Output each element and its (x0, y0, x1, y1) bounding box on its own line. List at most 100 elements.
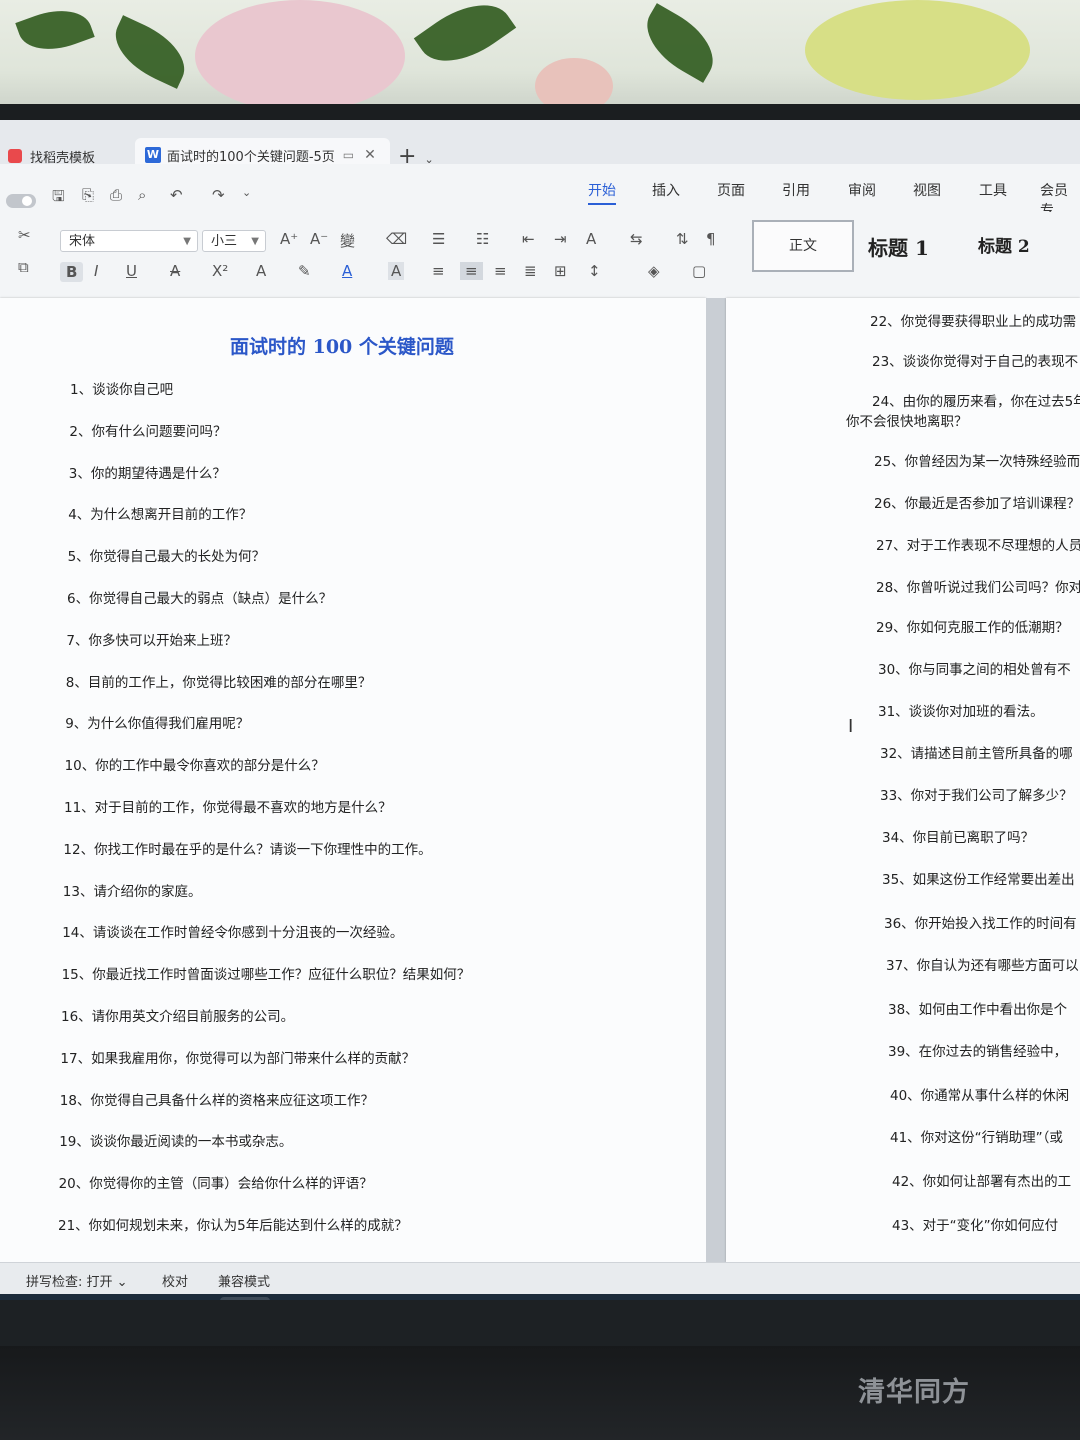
char-shading-icon[interactable]: A (388, 262, 405, 280)
question-item: 39、在你过去的销售经验中， (888, 1044, 1068, 1060)
menu-page[interactable]: 页面 (717, 180, 745, 200)
chinese-layout-icon[interactable]: ⇆ (630, 230, 643, 248)
word-doc-icon: W (145, 147, 161, 163)
spell-check-status[interactable]: 拼写检查: 打开 ⌄ (26, 1271, 128, 1290)
show-marks-icon[interactable]: ¶ (706, 230, 716, 248)
question-item: 37、你自认为还有哪些方面可以 (886, 958, 1079, 974)
menu-home[interactable]: 开始 (588, 180, 616, 205)
question-item: 22、你觉得要获得职业上的成功需 (870, 314, 1077, 330)
question-item: 26、你最近是否参加了培训课程？ (874, 496, 1080, 512)
print-icon[interactable]: ⎙ (110, 186, 122, 204)
screen: 找稻壳模板 W 面试时的100个关键问题-5页 ▭ ✕ + ⌄ 🖫 ⎘ ⎙ ⌕ ↶… (0, 120, 1080, 1300)
text-direction-icon[interactable]: A (586, 230, 596, 248)
menu-view[interactable]: 视图 (913, 180, 941, 200)
question-item: 35、如果这份工作经常要出差出 (882, 872, 1075, 888)
question-item: 24、由你的履历来看，你在过去5年 (872, 394, 1080, 410)
italic-button[interactable]: I (94, 262, 98, 280)
question-item: 42、你如何让部署有杰出的工 (892, 1174, 1072, 1190)
close-tab-icon[interactable]: ✕ (364, 147, 376, 163)
justify-icon[interactable]: ≣ (524, 262, 537, 280)
underline-button[interactable]: U (126, 262, 137, 280)
tab-document-label: 面试时的100个关键问题-5页 (167, 149, 335, 165)
align-right-icon[interactable]: ≡ (494, 262, 507, 280)
tab-template-label: 找稻壳模板 (30, 150, 96, 166)
wps-taskbar-button[interactable]: W (220, 1297, 270, 1300)
cut-icon[interactable]: ✂ (18, 226, 31, 244)
menu-insert[interactable]: 插入 (652, 180, 680, 200)
bold-button[interactable]: B (60, 262, 84, 282)
style-normal-label: 正文 (789, 238, 817, 254)
line-spacing-icon[interactable]: ↕ (588, 262, 601, 280)
question-item: 40、你通常从事什么样的休闲 (890, 1088, 1070, 1104)
question-item: 19、谈谈你最近阅读的一本书或杂志。 (59, 1134, 293, 1151)
style-normal[interactable]: 正文 (752, 220, 854, 272)
text-cursor-icon: I (848, 716, 854, 737)
font-color-icon[interactable]: A (342, 262, 352, 280)
save-icon[interactable]: 🖫 (52, 186, 65, 211)
question-item: 11、对于目前的工作，你觉得最不喜欢的地方是什么？ (64, 800, 392, 816)
phonetic-icon[interactable]: 變 (340, 230, 355, 251)
print-preview-icon[interactable]: ⌕ (138, 186, 146, 204)
bullet-list-icon[interactable]: ☰ (432, 230, 445, 248)
toggle-switch[interactable] (6, 194, 36, 208)
question-item: 27、对于工作表现不尽理想的人员 (876, 538, 1080, 554)
text-effect-icon[interactable]: A (256, 262, 266, 280)
redo-icon[interactable]: ↷ (212, 186, 225, 204)
menu-reference[interactable]: 引用 (782, 180, 810, 200)
window-icon[interactable]: ▭ (343, 148, 354, 162)
font-name-value: 宋体 (69, 234, 96, 249)
question-item: 28、你曾听说过我们公司吗？你对 (876, 580, 1080, 596)
style-heading-2[interactable]: 标题 2 (978, 232, 1030, 257)
question-item: 25、你曾经因为某一次特殊经验而 (874, 454, 1080, 470)
decrease-indent-icon[interactable]: ⇤ (522, 230, 535, 248)
proofread-button[interactable]: 校对 (162, 1271, 188, 1290)
align-center-icon[interactable]: ≡ (460, 262, 483, 280)
question-item: 13、请介绍你的家庭。 (62, 883, 202, 900)
question-item: 7、你多快可以开始来上班？ (66, 632, 237, 649)
menu-tools[interactable]: 工具 (979, 180, 1007, 200)
undo-icon[interactable]: ↶ (170, 186, 183, 204)
question-item: 41、你对这份“行销助理”（或 (890, 1130, 1063, 1146)
tab-bar: 找稻壳模板 W 面试时的100个关键问题-5页 ▭ ✕ + ⌄ (0, 120, 1080, 172)
align-left-icon[interactable]: ≡ (432, 262, 445, 280)
superscript-button[interactable]: X² (212, 262, 228, 280)
compat-mode-label: 兼容模式 (218, 1275, 271, 1290)
question-item: 29、你如何克服工作的低潮期？ (876, 620, 1069, 636)
plush-toy-yellow (805, 0, 1030, 100)
page-right[interactable]: 22、你觉得要获得职业上的成功需 23、谈谈你觉得对于自己的表现不 24、由你的履历… (726, 298, 1080, 1262)
strikethrough-button[interactable]: A (170, 262, 180, 280)
question-item: 1、谈谈你自己吧 (70, 382, 174, 398)
question-item: 3、你的期望待遇是什么？ (68, 465, 226, 482)
question-item: 38、如何由工作中看出你是个 (888, 1002, 1068, 1018)
menu-review[interactable]: 审阅 (848, 180, 876, 200)
increase-indent-icon[interactable]: ⇥ (554, 230, 567, 248)
numbered-list-icon[interactable]: ☷ (476, 230, 489, 248)
share-icon[interactable]: ⎘ (82, 186, 94, 204)
question-item: 10、你的工作中最令你喜欢的部分是什么？ (64, 758, 325, 775)
sort-icon[interactable]: ⇅ (676, 230, 689, 248)
shading-icon[interactable]: ◈ (648, 262, 660, 280)
font-size-select[interactable]: 小三 ▼ (202, 230, 266, 252)
question-item: 32、请描述目前主管所具备的哪 (880, 746, 1073, 762)
copy-icon[interactable]: ⧉ (18, 258, 29, 276)
decrease-font-icon[interactable]: A⁻ (310, 230, 328, 248)
question-item: 20、你觉得你的主管（同事）会给你什么样的评语？ (58, 1176, 373, 1193)
increase-font-icon[interactable]: A⁺ (280, 230, 298, 248)
question-item: 你不会很快地离职？ (846, 414, 968, 430)
question-item: 31、谈谈你对加班的看法。 (878, 704, 1044, 720)
page-left[interactable]: 面试时的 100 个关键问题 1、谈谈你自己吧 2、你有什么问题要问吗？ 3、你的期… (0, 298, 706, 1262)
question-item: 23、谈谈你觉得对于自己的表现不 (872, 354, 1079, 370)
question-item: 34、你目前已离职了吗？ (882, 830, 1035, 846)
border-icon[interactable]: ▢ (692, 262, 706, 280)
clear-format-icon[interactable]: ⌫ (386, 230, 407, 248)
font-size-value: 小三 (211, 234, 238, 249)
font-name-select[interactable]: 宋体 ▼ (60, 230, 198, 252)
chevron-down-icon: ▼ (251, 236, 259, 247)
distributed-icon[interactable]: ⊞ (554, 262, 567, 280)
more-dropdown-icon[interactable]: ⌄ (242, 186, 251, 199)
question-item: 12、你找工作时最在乎的是什么？请谈一下你理性中的工作。 (63, 841, 432, 858)
question-item: 43、对于“变化”你如何应付 (892, 1218, 1059, 1234)
highlight-icon[interactable]: ✎ (298, 262, 311, 280)
plant-leaf (104, 15, 196, 89)
style-heading-1[interactable]: 标题 1 (868, 232, 929, 261)
